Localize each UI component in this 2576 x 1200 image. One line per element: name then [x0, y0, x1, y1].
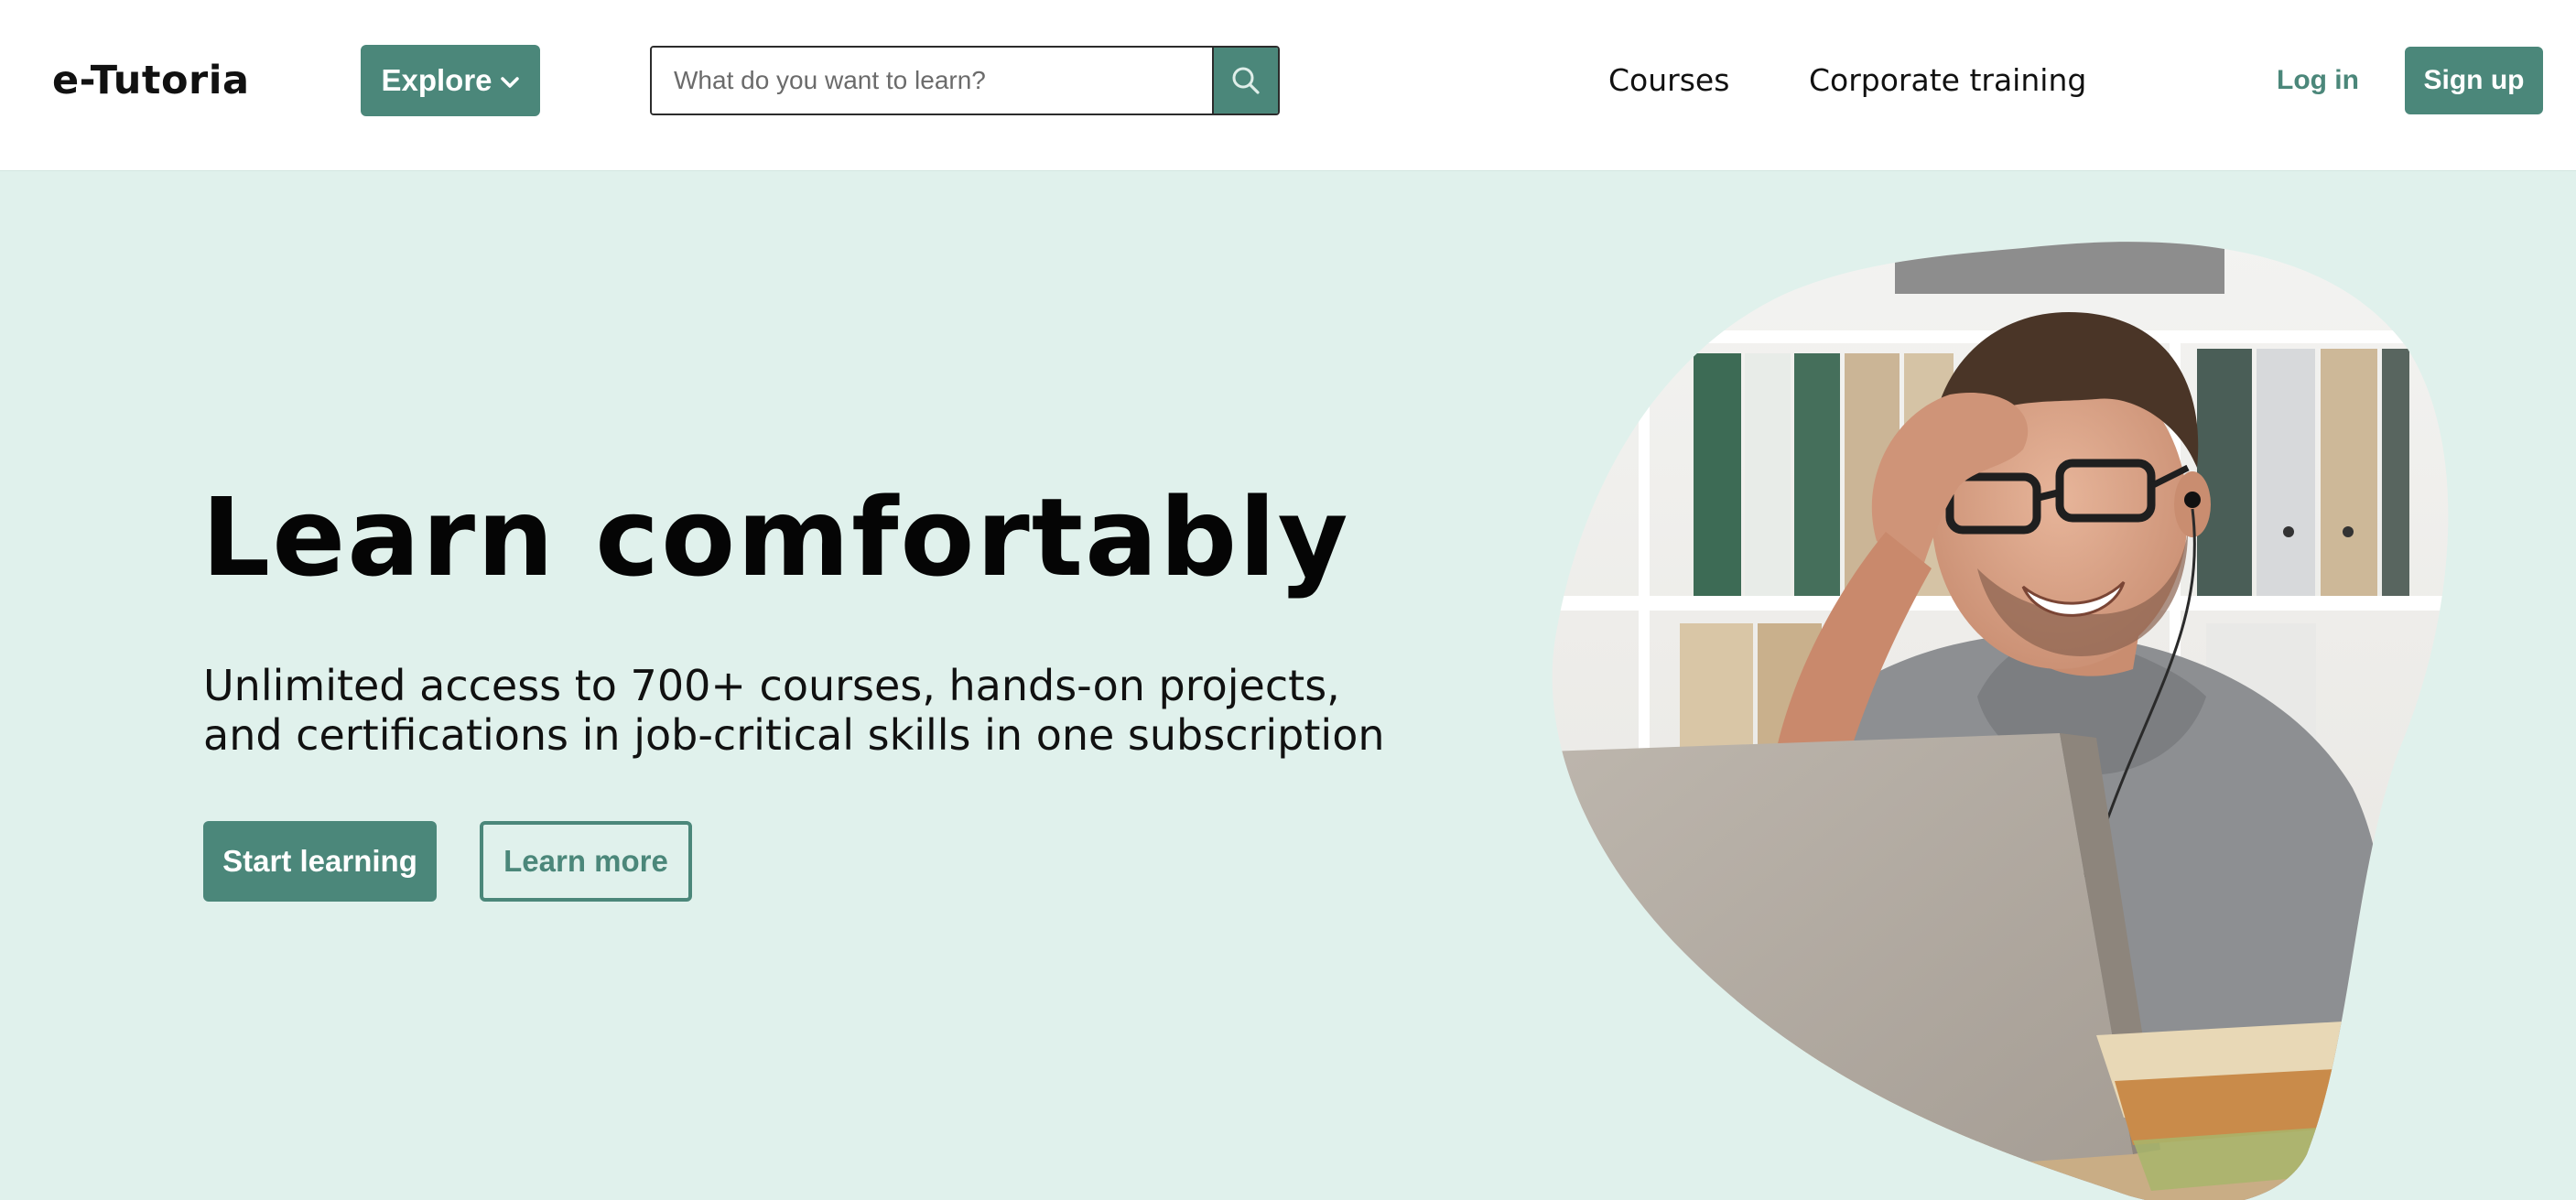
learn-more-button[interactable]: Learn more	[480, 821, 692, 902]
nav-courses-link[interactable]: Courses	[1608, 57, 1729, 104]
search-input[interactable]	[652, 48, 1212, 114]
hero-photo	[1552, 242, 2449, 1200]
login-link[interactable]: Log in	[2277, 57, 2359, 104]
hero-title: Learn comfortably	[201, 474, 1350, 600]
signup-button[interactable]: Sign up	[2405, 47, 2543, 114]
site-logo[interactable]: e-Tutoria	[52, 53, 249, 108]
explore-button-label: Explore	[381, 63, 492, 97]
start-learning-button[interactable]: Start learning	[203, 821, 437, 902]
site-header: e-Tutoria Explore Courses Corporate trai…	[0, 0, 2576, 170]
explore-button[interactable]: Explore	[361, 45, 540, 116]
chevron-down-icon	[500, 77, 519, 88]
search-bar	[650, 46, 1280, 115]
hero-section: Learn comfortably Unlimited access to 70…	[0, 170, 2576, 1200]
search-icon	[1232, 67, 1260, 94]
hero-subtitle: Unlimited access to 700+ courses, hands-…	[203, 661, 1385, 760]
nav-corporate-training-link[interactable]: Corporate training	[1809, 57, 2086, 104]
search-button[interactable]	[1212, 48, 1278, 114]
